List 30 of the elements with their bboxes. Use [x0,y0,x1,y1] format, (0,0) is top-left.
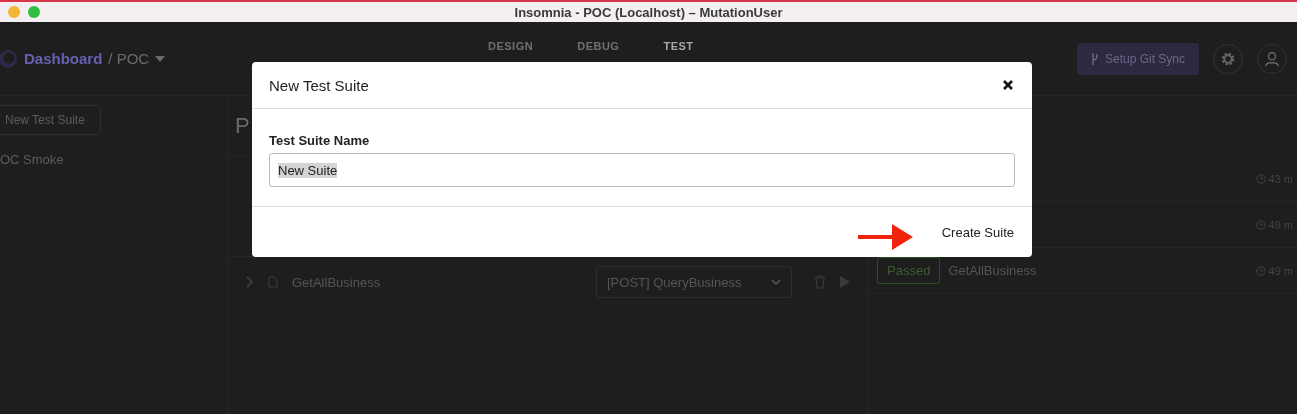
arrow-icon [858,224,913,250]
minimize-button[interactable] [8,6,20,18]
chevron-down-icon [771,279,782,285]
tab[interactable]: TEST [663,40,694,52]
clock-icon [1255,265,1266,276]
dialog-title: New Test Suite [269,76,369,94]
clock-icon [1255,219,1266,230]
dashboard-link[interactable]: Dashboard [24,50,103,67]
new-test-suite-button[interactable]: New Test Suite [0,105,101,135]
create-suite-button[interactable]: Create Suite [941,220,1014,244]
clock-icon [1255,173,1266,184]
window-title: Insomnia - POC (Localhost) – MutationUser [513,4,784,20]
caret-icon[interactable] [155,55,166,62]
project-name[interactable]: / POC [108,50,150,67]
field-label: Test Suite Name [269,133,370,148]
user-icon [1263,49,1281,68]
tab[interactable]: DEBUG [577,40,620,52]
panel-heading: P [235,113,250,139]
input-field[interactable]: New Suite [269,153,1015,187]
tab[interactable]: DESIGN [488,40,534,52]
play-icon[interactable] [840,276,851,288]
chevron-icon[interactable] [246,276,254,288]
document-icon [268,276,278,288]
zoom-button[interactable] [28,6,40,18]
passed-badge: Passed [877,257,941,284]
branch-icon [1090,52,1099,65]
trash-icon[interactable] [814,275,827,289]
close-icon[interactable] [1002,79,1014,91]
suite-item[interactable]: OC Smoke [0,152,64,167]
setup-git-sync-button[interactable]: Setup Git Sync [1076,42,1199,75]
